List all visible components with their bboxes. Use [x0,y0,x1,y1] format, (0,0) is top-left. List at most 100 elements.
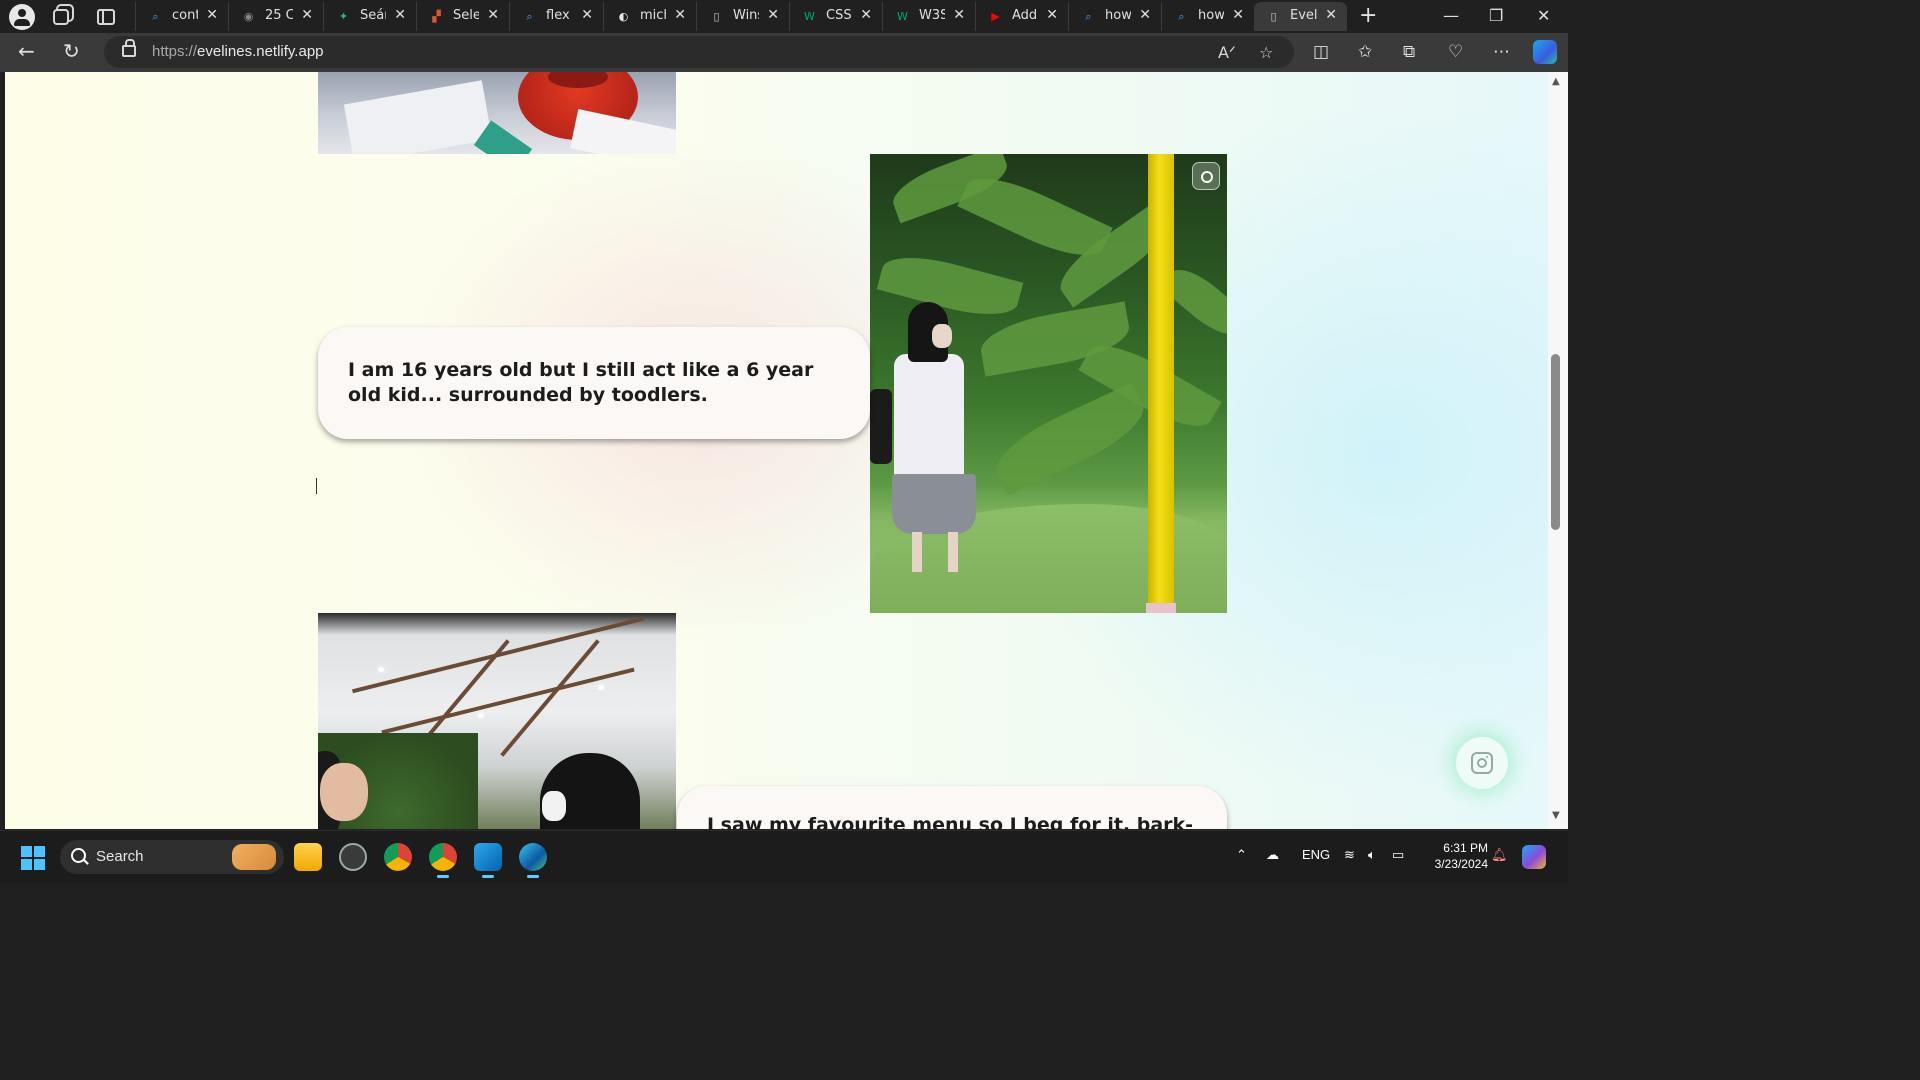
w3-icon: W [897,10,908,23]
browser-tab[interactable]: ◐ mich ✕ [603,2,696,31]
edge-icon[interactable] [519,843,547,878]
speech-bubble: I saw my favourite menu so I beg for it,… [677,786,1227,829]
copilot-taskbar-icon[interactable] [1522,845,1546,869]
scrollbar-thumb[interactable] [1551,354,1560,530]
favorites-icon[interactable]: ✩ [1358,43,1372,61]
search-icon: ⌕ [526,10,533,23]
back-arrow-icon[interactable]: ← [18,41,35,61]
browser-tab[interactable]: ▯ Wins ✕ [696,2,789,31]
taskbar-search[interactable]: Search [60,840,284,874]
browser-tab[interactable]: ⌕ conte ✕ [135,2,228,31]
wifi-icon[interactable]: ≋ [1344,847,1355,863]
restore-button[interactable]: ❐ [1489,6,1503,25]
youtube-icon: ▶ [991,10,1000,23]
file-explorer-icon[interactable] [294,843,322,871]
favorite-star-icon[interactable]: ☆ [1259,43,1273,62]
profile-avatar-icon[interactable] [9,4,35,30]
vertical-tabs-icon[interactable] [97,9,115,25]
browser-tab[interactable]: ▯ Eveli ✕ [1254,2,1347,31]
close-tab-icon[interactable]: ✕ [860,7,872,23]
split-screen-icon[interactable]: ◫ [1313,43,1329,61]
close-tab-icon[interactable]: ✕ [1139,7,1151,23]
more-options-icon[interactable]: ⋯ [1493,43,1510,61]
browser-tab[interactable]: W W3S ✕ [882,2,975,31]
scroll-down-arrow-icon[interactable]: ▼ [1552,810,1560,821]
browser-tab[interactable]: ▶ Add ✕ [975,2,1068,31]
close-tab-icon[interactable]: ✕ [301,7,313,23]
close-tab-icon[interactable]: ✕ [1232,7,1244,23]
onedrive-cloud-icon[interactable]: ☁ [1266,847,1279,863]
taskbar-clock[interactable]: 6:31 PM 3/23/2024 [1418,840,1488,872]
workspaces-icon[interactable] [53,9,69,25]
browser-tab[interactable]: ⌕ how ✕ [1161,2,1254,31]
cafe-photo [318,613,676,829]
browser-tab[interactable]: ◉ 25 Cr ✕ [228,2,323,31]
close-tab-icon[interactable]: ✕ [1046,7,1058,23]
scroll-up-arrow-icon[interactable]: ▲ [1552,76,1560,87]
browser-tab[interactable]: W CSS F ✕ [789,2,882,31]
unity-hub-icon[interactable] [339,843,367,871]
minimize-button[interactable]: — [1443,6,1459,25]
close-tab-icon[interactable]: ✕ [1325,7,1337,23]
tab-title: CSS F [826,8,852,23]
browser-tab[interactable]: ✦ Seán ✕ [323,2,416,31]
tab-title: Seán [360,8,386,23]
url-text[interactable]: https://evelines.netlify.app [152,43,324,60]
collections-icon[interactable]: ⧉ [1403,43,1415,61]
w3-icon: W [804,10,815,23]
chrome-icon[interactable] [384,843,412,871]
search-icon: ⌕ [1178,10,1185,23]
tab-title: Eveli [1290,8,1317,23]
browser-tab[interactable]: ▞ Selec ✕ [416,2,509,31]
refresh-icon[interactable]: ↻ [63,41,80,61]
copilot-icon[interactable] [1533,40,1557,64]
close-window-button[interactable]: ✕ [1537,6,1550,25]
windows-taskbar: Search ⌃ ☁ ENG ≋ 🔈︎ ▭ 6:31 PM 3/23/2024 … [0,830,1568,883]
search-icon: ⌕ [152,10,159,23]
visual-search-icon[interactable] [1192,162,1220,190]
input-language[interactable]: ENG [1302,847,1330,862]
clock-date: 3/23/2024 [1434,857,1488,871]
search-icon [71,848,86,863]
close-tab-icon[interactable]: ✕ [953,7,965,23]
vscode-icon[interactable] [474,843,502,878]
instagram-icon [1471,752,1493,774]
notification-bell-icon[interactable]: 🔔︎ [1491,847,1508,863]
close-tab-icon[interactable]: ✕ [487,7,499,23]
tab-title: how [1198,8,1224,23]
tab-title: flex d [546,8,573,23]
speech-bubble: I am 16 years old but I still act like a… [318,327,870,439]
battery-icon[interactable]: ▭ [1392,847,1404,863]
new-tab-button[interactable]: + [1359,3,1377,28]
search-icon: ⌕ [1085,10,1092,23]
clock-time: 6:31 PM [1443,841,1488,855]
show-hidden-icons-chevron-icon[interactable]: ⌃ [1236,847,1247,863]
page-icon: ▯ [713,10,720,23]
colorful-icon: ▞ [432,10,441,23]
text-cursor [316,478,317,494]
chrome-profile-icon[interactable] [429,843,457,878]
page-viewport: I am 16 years old but I still act like a… [5,72,1548,829]
close-tab-icon[interactable]: ✕ [767,7,779,23]
read-aloud-icon[interactable]: Aᐟ [1218,43,1236,62]
close-tab-icon[interactable]: ✕ [581,7,593,23]
browser-essentials-icon[interactable]: ♡ [1448,43,1463,61]
windows-start-icon[interactable] [21,846,45,870]
sparkle-icon: ✦ [338,10,349,23]
lock-icon[interactable] [122,39,136,57]
address-bar[interactable]: https://evelines.netlify.app Aᐟ ☆ [104,36,1294,68]
instagram-button[interactable] [1456,737,1508,789]
tab-title: mich [640,8,666,23]
browser-tab[interactable]: ⌕ how ✕ [1068,2,1161,31]
search-label: Search [96,848,144,865]
page-scrollbar[interactable]: ▲ ▼ [1548,72,1568,829]
food-photo [318,72,676,154]
tab-title: conte [172,8,198,23]
close-tab-icon[interactable]: ✕ [674,7,686,23]
volume-icon[interactable]: 🔈︎ [1368,847,1376,863]
browser-tab[interactable]: ⌕ flex d ✕ [509,2,603,31]
walking-girl-photo [870,154,1227,613]
tab-title: Wins [733,8,759,23]
close-tab-icon[interactable]: ✕ [206,7,218,23]
close-tab-icon[interactable]: ✕ [394,7,406,23]
